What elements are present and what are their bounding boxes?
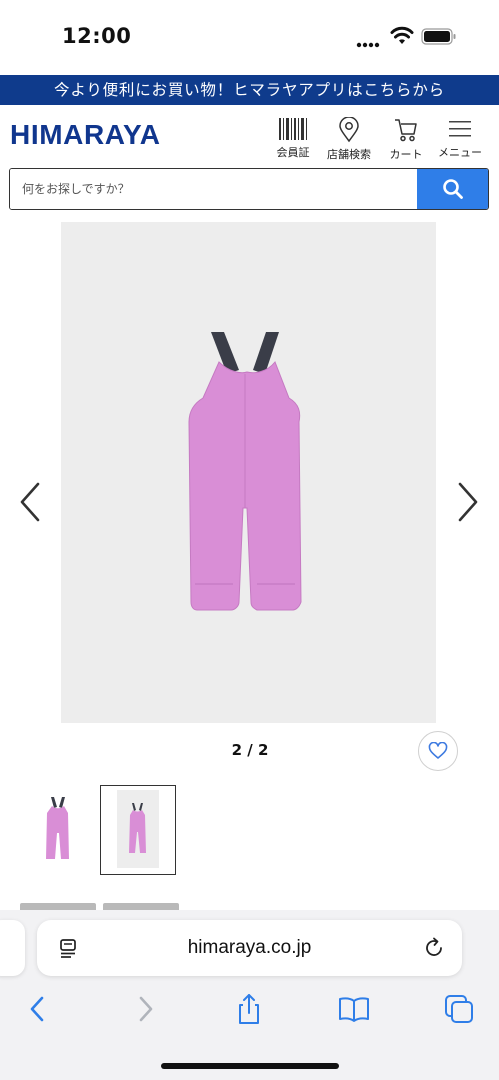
wifi-icon (390, 26, 414, 44)
location-pin-icon (339, 117, 359, 143)
battery-icon (421, 28, 456, 45)
home-indicator (161, 1063, 339, 1069)
cellular-signal-icon (356, 42, 380, 48)
menu-label: メニュー (438, 146, 482, 159)
search-box (9, 168, 489, 210)
previous-image-arrow[interactable] (16, 480, 44, 524)
thumbnail-2-selected[interactable] (100, 785, 176, 875)
product-main-image[interactable] (61, 222, 436, 723)
site-logo[interactable]: HIMARAYA (10, 119, 161, 151)
next-image-arrow[interactable] (454, 480, 482, 524)
search-input[interactable] (10, 169, 418, 209)
reload-icon[interactable] (423, 937, 445, 959)
share-icon[interactable] (231, 992, 267, 1026)
forward-icon[interactable] (127, 992, 163, 1026)
app-promo-banner[interactable]: 今より便利にお買い物！ヒマラヤアプリはこちらから (0, 75, 499, 105)
search-icon (442, 179, 463, 199)
store-search-label: 店舗検索 (327, 148, 371, 161)
member-card-button[interactable]: 会員証 (265, 113, 321, 163)
address-bar[interactable]: himaraya.co.jp (37, 920, 462, 976)
menu-button[interactable]: メニュー (432, 113, 488, 163)
menu-icon (449, 121, 471, 137)
store-search-button[interactable]: 店舗検索 (321, 113, 377, 163)
bookmarks-icon[interactable] (336, 992, 372, 1026)
site-header: HIMARAYA 会員証 店舗検索 カート メニュー (0, 105, 499, 165)
image-pager: 2 / 2 (231, 741, 269, 759)
search-button[interactable] (417, 169, 488, 209)
tabs-icon[interactable] (441, 992, 477, 1026)
previous-tab-peek[interactable] (0, 920, 25, 976)
barcode-icon (279, 118, 307, 140)
thumbnail-1[interactable] (20, 785, 96, 875)
thumbnail-image (117, 790, 159, 868)
rain-overalls-image (188, 332, 302, 611)
cart-icon (395, 119, 417, 142)
cart-button[interactable]: カート (378, 113, 434, 163)
member-card-label: 会員証 (276, 146, 310, 159)
cart-label: カート (389, 148, 423, 161)
status-bar: 12:00 (0, 0, 499, 75)
thumbnail-image (46, 797, 69, 859)
back-icon[interactable] (20, 992, 56, 1026)
status-time: 12:00 (62, 24, 132, 48)
favorite-button[interactable] (418, 731, 458, 771)
url-text: himaraya.co.jp (187, 937, 312, 958)
heart-icon (428, 742, 448, 759)
